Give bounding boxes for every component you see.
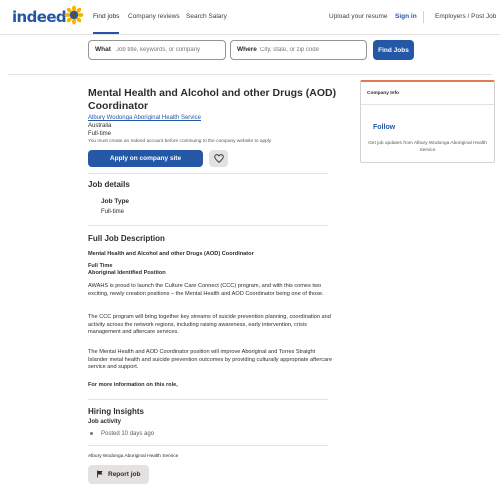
sunflower-icon <box>64 5 84 25</box>
nav-separator <box>423 11 424 23</box>
heart-icon <box>213 154 224 163</box>
nav-find-jobs[interactable]: Find jobs <box>93 13 119 20</box>
where-search-input[interactable] <box>260 42 364 58</box>
card-divider <box>361 104 494 105</box>
job-type-value: Full-time <box>101 209 125 215</box>
company-link[interactable]: Albury Wodonga Aboriginal Health Service <box>88 115 201 121</box>
save-job-button[interactable] <box>209 150 228 167</box>
full-description-heading: Full Job Description <box>88 234 165 243</box>
footer-company-name: Albury Wodonga Aboriginal Health Service <box>88 454 179 459</box>
job-location: Australia <box>88 123 112 129</box>
nav-search-salary[interactable]: Search Salary <box>186 13 227 20</box>
active-nav-indicator <box>93 32 119 34</box>
description-identified-position: Aboriginal Identified Position <box>88 270 166 276</box>
employers-post-job-link[interactable]: Employers / Post Job <box>435 13 496 20</box>
description-full-time: Full Time <box>88 263 113 269</box>
job-title: Mental Health and Alcohol and other Drug… <box>88 87 337 112</box>
upload-resume-link[interactable]: Upload your resume <box>329 13 388 20</box>
job-header-divider <box>88 173 328 174</box>
job-activity-label: Job activity <box>88 419 122 425</box>
nav-company-reviews[interactable]: Company reviews <box>128 13 180 20</box>
job-type-label: Job Type <box>101 198 130 205</box>
company-info-card: Company Info Follow Get job updates from… <box>360 80 495 163</box>
company-info-heading: Company Info <box>367 91 399 96</box>
indeed-logo[interactable]: indeed <box>12 8 67 26</box>
search-divider <box>8 74 492 75</box>
job-type: Full-time <box>88 131 112 137</box>
bullet-icon <box>90 432 93 435</box>
report-job-button[interactable]: Report job <box>88 465 149 484</box>
job-details-heading: Job details <box>88 180 130 189</box>
details-divider <box>88 225 328 226</box>
description-paragraph-1: AWAHS is proud to launch the Culture Car… <box>88 283 324 297</box>
apply-on-company-site-button[interactable]: Apply on company site <box>88 150 203 167</box>
find-jobs-button[interactable]: Find Jobs <box>373 40 414 60</box>
follow-description: Get job updates from Albury Wodonga Abor… <box>368 141 487 153</box>
description-title-line: Mental Health and Alcohol and other Drug… <box>88 251 254 257</box>
insights-divider <box>88 445 328 446</box>
flag-icon <box>97 470 103 478</box>
what-search-box[interactable]: What <box>88 40 226 60</box>
description-divider <box>88 399 328 400</box>
where-label: Where <box>237 46 257 53</box>
report-job-label: Report job <box>108 470 141 478</box>
description-more-info: For more information on this role, <box>88 382 178 388</box>
description-paragraph-2: The CCC program will bring together key … <box>88 314 331 336</box>
hiring-insights-heading: Hiring Insights <box>88 407 144 416</box>
description-paragraph-3: The Mental Health and AOD Coordinator po… <box>88 349 333 371</box>
top-header: indeed Find jobs Company reviews Search … <box>0 0 500 35</box>
what-search-input[interactable] <box>116 42 222 58</box>
posted-date: Posted 10 days ago <box>101 431 155 437</box>
apply-notice: You must create an Indeed account before… <box>88 139 272 144</box>
where-search-box[interactable]: Where <box>230 40 367 60</box>
follow-button[interactable]: Follow <box>373 124 395 131</box>
what-label: What <box>95 46 111 53</box>
sign-in-link[interactable]: Sign in <box>395 13 417 20</box>
